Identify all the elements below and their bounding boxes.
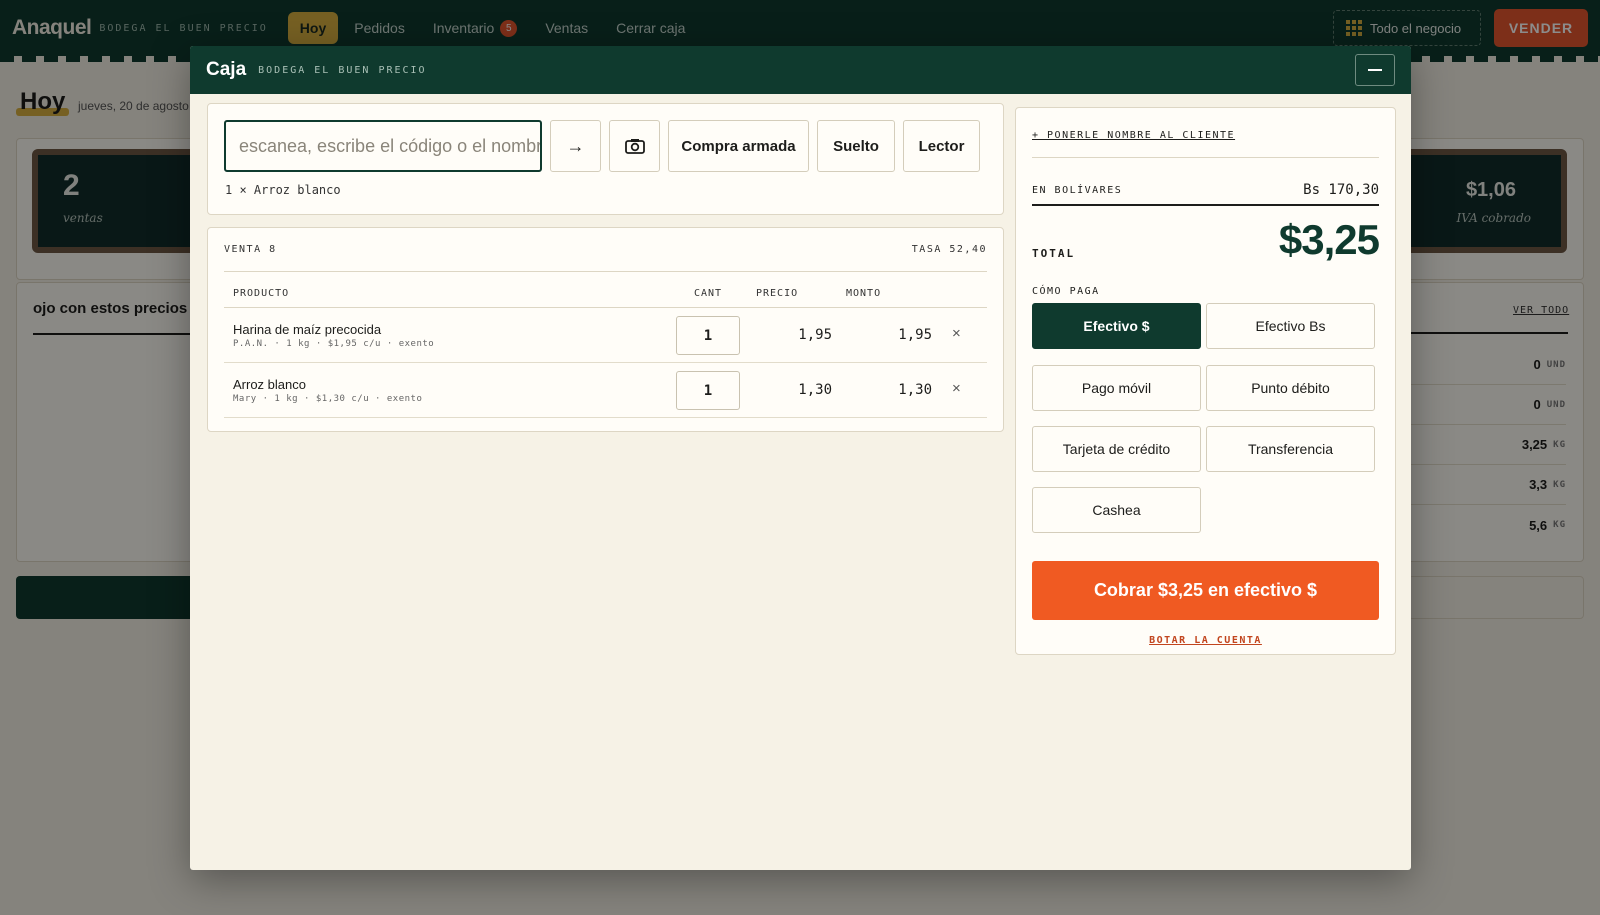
payment-method-efectivo-usd[interactable]: Efectivo $ [1032,303,1201,349]
camera-icon [624,139,645,154]
payment-method-label: CÓMO PAGA [1032,286,1100,297]
add-customer-name-link[interactable]: + PONERLE NOMBRE AL CLIENTE [1032,130,1235,141]
product-meta: P.A.N. · 1 kg · $1,95 c/u · exento [233,339,435,349]
sale-header: VENTA 8 TASA 52,40 [224,228,987,272]
column-qty: CANT [694,288,723,299]
modal-title: Caja [206,59,247,80]
void-sale-link[interactable]: BOTAR LA CUENTA [1016,635,1395,646]
total-label: TOTAL [1032,247,1076,260]
barcode-reader-button[interactable]: Lector [903,120,980,172]
column-product: PRODUCTO [233,288,290,299]
loose-item-button[interactable]: Suelto [817,120,895,172]
sale-number: VENTA 8 [224,244,277,255]
payment-method-tarjeta-credito[interactable]: Tarjeta de crédito [1032,426,1201,472]
payment-card: + PONERLE NOMBRE AL CLIENTE EN BOLÍVARES… [1015,107,1396,655]
sale-table-header: PRODUCTO CANT PRECIO MONTO [224,288,987,308]
charge-button[interactable]: Cobrar $3,25 en efectivo $ [1032,561,1379,620]
table-row: Harina de maíz precocida P.A.N. · 1 kg ·… [224,308,987,363]
remove-item-icon[interactable]: × [952,325,961,342]
modal-store-name: BODEGA EL BUEN PRECIO [258,64,427,76]
exchange-rate: TASA 52,40 [911,244,987,255]
product-search-card: escanea, escribe el código o el nombre →… [207,103,1004,215]
search-submit-button[interactable]: → [550,120,601,172]
bolivares-row: EN BOLÍVARES Bs 170,30 [1032,176,1379,206]
payment-method-pago-movil[interactable]: Pago móvil [1032,365,1201,411]
payment-method-punto-debito[interactable]: Punto débito [1206,365,1375,411]
product-name: Arroz blanco [233,377,306,392]
product-name: Harina de maíz precocida [233,322,382,337]
bolivares-label: EN BOLÍVARES [1032,184,1123,196]
total-amount: $3,25 [1278,216,1380,263]
line-amount: 1,95 [898,327,932,343]
quantity-input[interactable]: 1 [676,316,740,355]
remove-item-icon[interactable]: × [952,380,961,397]
divider [1032,157,1379,158]
quantity-input[interactable]: 1 [676,371,740,410]
product-search-input[interactable]: escanea, escribe el código o el nombre [224,120,542,172]
table-row: Arroz blanco Mary · 1 kg · $1,30 c/u · e… [224,363,987,418]
sale-items-card: VENTA 8 TASA 52,40 PRODUCTO CANT PRECIO … [207,227,1004,432]
modal-header: Caja BODEGA EL BUEN PRECIO [190,46,1411,94]
minimize-icon [1368,69,1382,71]
combo-purchase-button[interactable]: Compra armada [668,120,809,172]
minimize-button[interactable] [1355,54,1395,86]
camera-scan-button[interactable] [609,120,660,172]
payment-method-transferencia[interactable]: Transferencia [1206,426,1375,472]
column-price: PRECIO [756,288,799,299]
line-amount: 1,30 [898,382,932,398]
column-amount: MONTO [846,288,882,299]
bolivares-value: Bs 170,30 [1303,182,1379,198]
product-meta: Mary · 1 kg · $1,30 c/u · exento [233,394,423,404]
payment-method-cashea[interactable]: Cashea [1032,487,1201,533]
payment-method-efectivo-bs[interactable]: Efectivo Bs [1206,303,1375,349]
last-added-item: 1 × Arroz blanco [225,183,341,197]
cash-register-modal: Caja BODEGA EL BUEN PRECIO escanea, escr… [190,46,1411,870]
unit-price: 1,95 [798,327,832,343]
unit-price: 1,30 [798,382,832,398]
